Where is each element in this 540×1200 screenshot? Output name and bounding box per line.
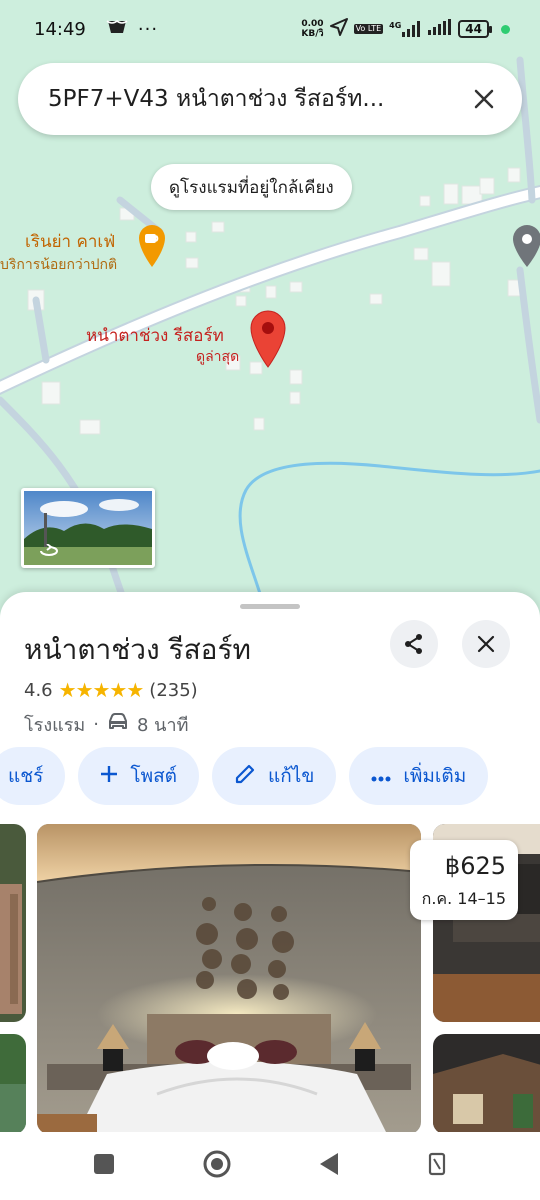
- rotate-360-icon: [38, 543, 60, 562]
- share-action-button[interactable]: แชร์: [0, 747, 66, 805]
- post-button[interactable]: โพสต์: [78, 747, 200, 805]
- meta-separator: ·: [93, 714, 99, 735]
- system-nav-bar: [0, 1132, 540, 1200]
- share-icon: [405, 634, 422, 654]
- meta-row: โรงแรม · 8 นาที: [24, 710, 188, 739]
- share-button[interactable]: [390, 620, 438, 668]
- more-notifications-icon: ···: [137, 18, 159, 40]
- plus-icon: [100, 765, 118, 788]
- car-icon: [107, 713, 129, 736]
- close-search-button[interactable]: [466, 81, 502, 117]
- review-count: (235): [149, 679, 198, 701]
- edit-button[interactable]: แก้ไข: [212, 747, 337, 805]
- battery-icon: 44: [458, 20, 492, 38]
- privacy-dot-icon: [501, 24, 510, 34]
- signal-4g-label: 4G: [389, 21, 402, 30]
- close-icon: [477, 635, 495, 653]
- share-action-label: แชร์: [8, 765, 44, 787]
- home-button[interactable]: [202, 1149, 232, 1183]
- rating-stars: ★★★★★: [58, 678, 145, 702]
- photo-left-partial[interactable]: [0, 824, 26, 1022]
- net-speed: 0.00 KB/วิ: [301, 19, 323, 39]
- photo-exterior[interactable]: [433, 1034, 540, 1132]
- location-arrow-icon: [329, 17, 348, 41]
- search-bar[interactable]: 5PF7+V43 หนำตาช่วง รีสอร์ท...: [18, 63, 522, 135]
- place-sheet[interactable]: หนำตาช่วง รีสอร์ท 4.6 ★★★★★ (235) โรงแรม…: [0, 592, 540, 1132]
- status-bar: 14:49 ··· 0.00 KB/วิ Vo LTE 4G 44: [0, 0, 540, 58]
- cafe-pin-icon: [138, 224, 166, 272]
- pencil-icon: [234, 763, 256, 790]
- laundry-icon: [106, 19, 128, 40]
- search-query[interactable]: 5PF7+V43 หนำตาช่วง รีสอร์ท...: [48, 81, 466, 117]
- map-view[interactable]: 14:49 ··· 0.00 KB/วิ Vo LTE 4G 44 5PF7+V…: [0, 0, 540, 640]
- gray-pin-icon[interactable]: [512, 224, 540, 272]
- net-speed-unit: KB/วิ: [301, 29, 324, 39]
- rotate-screen-button[interactable]: [427, 1151, 447, 1181]
- drag-handle[interactable]: [240, 604, 300, 609]
- status-time: 14:49: [34, 18, 86, 40]
- volte-icon: Vo LTE: [353, 24, 384, 34]
- cafe-status: บริการน้อยกว่าปกติ: [0, 257, 118, 273]
- resort-poi[interactable]: หนำตาช่วง รีสอร์ท ดูล่าสุด: [86, 310, 286, 368]
- close-icon: [474, 89, 494, 109]
- nearby-hotels-chip[interactable]: ดูโรงแรมที่อยู่ใกล้เคียง: [151, 164, 352, 210]
- street-view-thumbnail[interactable]: [21, 488, 155, 568]
- place-category: โรงแรม: [24, 715, 86, 736]
- price-amount: ฿625: [444, 852, 506, 880]
- place-title: หนำตาช่วง รีสอร์ท: [24, 633, 251, 666]
- photo-left-partial-2[interactable]: [0, 1034, 26, 1132]
- home-circle-icon: [203, 1150, 231, 1178]
- cafe-name: เรินย่า คาเฟ่: [25, 232, 116, 252]
- more-label: เพิ่มเติม: [403, 765, 467, 787]
- price-card[interactable]: ฿625 ก.ค. 14–15: [410, 840, 518, 920]
- rating-row[interactable]: 4.6 ★★★★★ (235): [24, 678, 198, 702]
- location-pin-icon: [250, 310, 286, 372]
- photo-main-bedroom[interactable]: [37, 824, 421, 1132]
- signal-icon: [428, 18, 452, 40]
- rotate-icon: [428, 1152, 445, 1176]
- back-button[interactable]: [318, 1152, 340, 1180]
- recents-button[interactable]: [93, 1153, 115, 1179]
- rating-value: 4.6: [24, 679, 53, 701]
- resort-label: หนำตาช่วง รีสอร์ท: [86, 326, 224, 346]
- back-triangle-icon: [320, 1153, 339, 1175]
- action-row: แชร์ โพสต์ แก้ไข เพิ่มเติม: [0, 747, 489, 805]
- signal-4g-icon: 4G: [389, 21, 422, 37]
- price-dates: ก.ค. 14–15: [421, 889, 506, 908]
- photo-image: [433, 1034, 540, 1132]
- post-label: โพสต์: [130, 765, 178, 787]
- photo-image: [0, 1034, 26, 1132]
- close-sheet-button[interactable]: [462, 620, 510, 668]
- net-speed-value: 0.00: [301, 19, 324, 29]
- more-dots-icon: [371, 765, 391, 787]
- photo-image: [37, 824, 421, 1132]
- photo-image: [0, 824, 26, 1022]
- more-button[interactable]: เพิ่มเติม: [349, 747, 489, 805]
- square-icon: [94, 1154, 115, 1174]
- resort-sub: ดูล่าสุด: [196, 349, 240, 365]
- drive-time: 8 นาที: [137, 715, 189, 736]
- edit-label: แก้ไข: [268, 765, 315, 787]
